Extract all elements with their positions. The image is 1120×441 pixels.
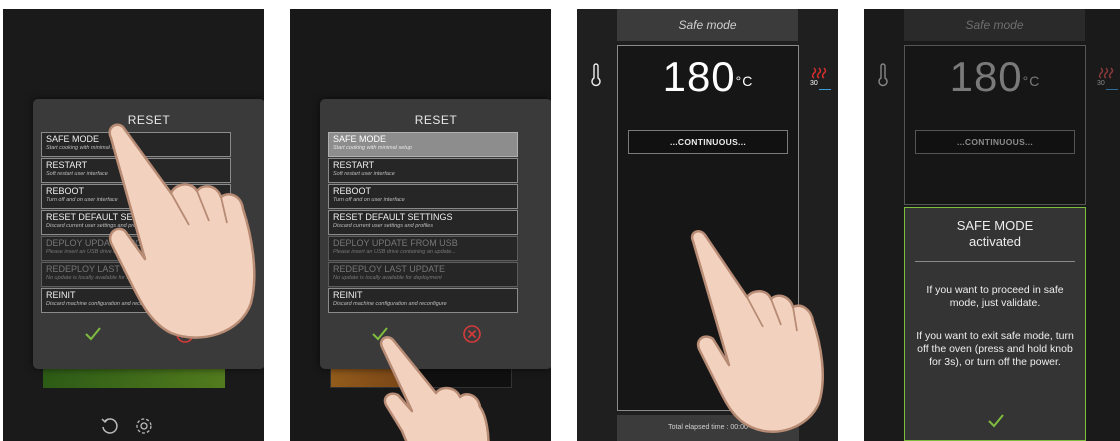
reset-dialog: RESET SAFE MODE Start cooking with minim… (320, 99, 551, 369)
heat-indicator-line (1106, 89, 1118, 90)
reset-item-title: RESET DEFAULT SETTINGS (333, 212, 453, 222)
hand-pointer-icon (108, 123, 256, 339)
reset-item-reset-default-settings[interactable]: RESET DEFAULT SETTINGS Discard current u… (328, 210, 518, 235)
heat-value: 30 (1097, 80, 1105, 87)
reset-item-title: REINIT (333, 290, 363, 300)
safe-mode-message-exit: If you want to exit safe mode, turn off … (916, 330, 1074, 368)
restart-icon[interactable] (99, 415, 121, 437)
cooking-screen: Safe mode 180°C ...CONTINUOUS... 30 Tota… (577, 9, 838, 441)
safe-mode-title-line2: activated (968, 234, 1022, 249)
heat-icon (811, 67, 827, 79)
reset-item-title: SAFE MODE (333, 134, 387, 144)
temperature-readout: 180°C (905, 54, 1085, 100)
thermometer-icon (591, 63, 601, 87)
safe-mode-title-line1: SAFE MODE (956, 218, 1034, 233)
temperature-value: 180 (662, 53, 736, 100)
temperature-unit: °C (735, 73, 754, 89)
reset-item-subtitle: Soft restart user interface (333, 171, 395, 177)
temperature-value: 180 (949, 53, 1023, 100)
reset-item-reboot[interactable]: REBOOT Turn off and on user interface (328, 184, 518, 209)
reset-item-subtitle: Discard machine configuration and reconf… (333, 301, 447, 307)
reset-item-redeploy-last-update[interactable]: REDEPLOY LAST UPDATE No update is locall… (328, 262, 518, 287)
temperature-panel: 180°C ...CONTINUOUS... (904, 45, 1086, 205)
reset-item-title: REBOOT (333, 186, 372, 196)
safe-mode-title: SAFE MODE activated (905, 218, 1085, 250)
reset-item-title: REDEPLOY LAST UPDATE (333, 264, 446, 274)
temperature-unit: °C (1022, 73, 1041, 89)
reset-screen-1: RESET SAFE MODE Start cooking with minim… (3, 9, 264, 441)
cooking-mode-label[interactable]: ...CONTINUOUS... (628, 130, 788, 154)
reset-list: SAFE MODE Start cooking with minimal set… (328, 132, 518, 314)
safe-mode-screen: Safe mode 180°C ...CONTINUOUS... 30 SAFE… (864, 9, 1120, 441)
reset-item-deploy-update-usb[interactable]: DEPLOY UPDATE FROM USB Please insert an … (328, 236, 518, 261)
cooking-mode-label: ...CONTINUOUS... (915, 130, 1075, 154)
hand-pointer-icon (690, 230, 824, 433)
divider (915, 261, 1075, 262)
heat-indicator-line (819, 89, 831, 90)
thermometer-icon (878, 63, 888, 87)
mode-title: Safe mode (904, 9, 1085, 41)
heat-value: 30 (810, 80, 818, 87)
reset-item-title: RESTART (333, 160, 375, 170)
reset-item-title: DEPLOY UPDATE FROM USB (333, 238, 458, 248)
reset-item-subtitle: Turn off and on user interface (333, 197, 405, 203)
safe-mode-message-proceed: If you want to proceed in safe mode, jus… (926, 284, 1064, 309)
reset-item-subtitle: No update is locally available for deplo… (333, 275, 442, 281)
reset-item-restart[interactable]: RESTART Soft restart user interface (328, 158, 518, 183)
reset-item-subtitle: Please insert an USB drive containing an… (333, 249, 456, 255)
bottom-toolbar (99, 415, 155, 437)
reset-item-safe-mode[interactable]: SAFE MODE Start cooking with minimal set… (328, 132, 518, 157)
reset-title: RESET (414, 113, 458, 127)
temperature-readout[interactable]: 180°C (618, 54, 798, 100)
heat-icon (1098, 67, 1114, 79)
safe-mode-dialog: SAFE MODE activated If you want to proce… (904, 207, 1086, 441)
gear-icon[interactable] (133, 415, 155, 437)
hand-pointer-icon (379, 336, 490, 441)
reset-item-reinit[interactable]: REINIT Discard machine configuration and… (328, 288, 518, 313)
reset-item-subtitle: Start cooking with minimal setup (333, 145, 412, 151)
mode-title: Safe mode (617, 9, 798, 41)
reset-screen-2: RESET SAFE MODE Start cooking with minim… (290, 9, 551, 441)
check-icon[interactable] (985, 410, 1007, 432)
reset-item-subtitle: Discard current user settings and profil… (333, 223, 433, 229)
